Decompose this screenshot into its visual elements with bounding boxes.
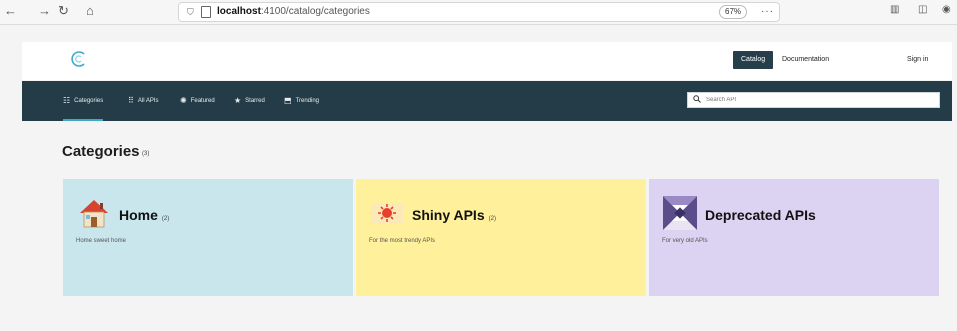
grid-icon: ⠿: [128, 96, 134, 105]
catalog-button[interactable]: Catalog: [733, 51, 774, 69]
category-card-home[interactable]: Home (2) Home sweet home: [63, 179, 353, 296]
documentation-link[interactable]: Documentation: [774, 51, 837, 69]
category-description: For the most trendy APIs: [369, 238, 436, 244]
tab-all-apis[interactable]: ⠿ All APIs: [128, 81, 159, 121]
sun-icon: [371, 203, 403, 223]
main-content: Categories (3) Home (2) Home sweet home S…: [22, 121, 952, 326]
home-icon[interactable]: ⌂: [86, 3, 94, 19]
category-name: Deprecated APIs: [705, 207, 816, 223]
sign-in-link[interactable]: Sign in: [899, 51, 936, 69]
sidebar-icon[interactable]: ◫: [918, 4, 927, 15]
page-icon: [201, 6, 211, 18]
tab-featured[interactable]: ✺ Featured: [180, 81, 215, 121]
category-name: Home (2): [119, 207, 170, 223]
house-icon: [80, 200, 108, 228]
search-icon: [693, 95, 701, 103]
zoom-level-badge[interactable]: 67%: [719, 5, 748, 19]
account-icon[interactable]: ◉: [942, 4, 951, 15]
quilt-pattern-icon: [663, 196, 697, 230]
library-icon[interactable]: ▥: [890, 4, 899, 15]
forward-arrow-icon[interactable]: →: [38, 3, 51, 19]
category-name: Shiny APIs (2): [412, 207, 496, 223]
browser-toolbar: ← → ↻ ⌂ ⛉ localhost:4100/catalog/categor…: [0, 0, 957, 25]
search-input[interactable]: [706, 94, 931, 106]
catalog-navbar: ☷ Categories ⠿ All APIs ✺ Featured ★ Starred…: [22, 81, 952, 121]
tab-starred[interactable]: ★ Starred: [234, 81, 265, 121]
tab-trending[interactable]: ⬒ Trending: [284, 81, 319, 121]
page-title: Categories: [62, 143, 140, 160]
categories-icon: ☷: [63, 96, 71, 105]
trending-icon: ⬒: [284, 96, 292, 105]
url-text[interactable]: localhost:4100/catalog/categories: [217, 3, 370, 21]
logo-icon[interactable]: [68, 48, 90, 70]
page-actions-icon[interactable]: ···: [761, 3, 774, 21]
category-description: Home sweet home: [76, 238, 127, 244]
category-count: (3): [142, 151, 150, 157]
reload-icon[interactable]: ↻: [58, 3, 69, 19]
featured-icon: ✺: [180, 96, 187, 105]
shield-icon: ⛉: [187, 7, 194, 17]
search-box[interactable]: [687, 92, 940, 108]
category-card-deprecated-apis[interactable]: Deprecated APIs For very old APIs: [649, 179, 939, 296]
category-description: For very old APIs: [662, 238, 708, 244]
tab-categories[interactable]: ☷ Categories: [63, 81, 104, 121]
star-icon: ★: [234, 96, 242, 105]
app-header: Catalog Documentation Sign in: [22, 42, 952, 80]
address-bar[interactable]: ⛉ localhost:4100/catalog/categories 67% …: [178, 2, 780, 22]
back-arrow-icon[interactable]: ←: [4, 3, 17, 19]
category-card-shiny-apis[interactable]: Shiny APIs (2) For the most trendy APIs: [356, 179, 646, 296]
